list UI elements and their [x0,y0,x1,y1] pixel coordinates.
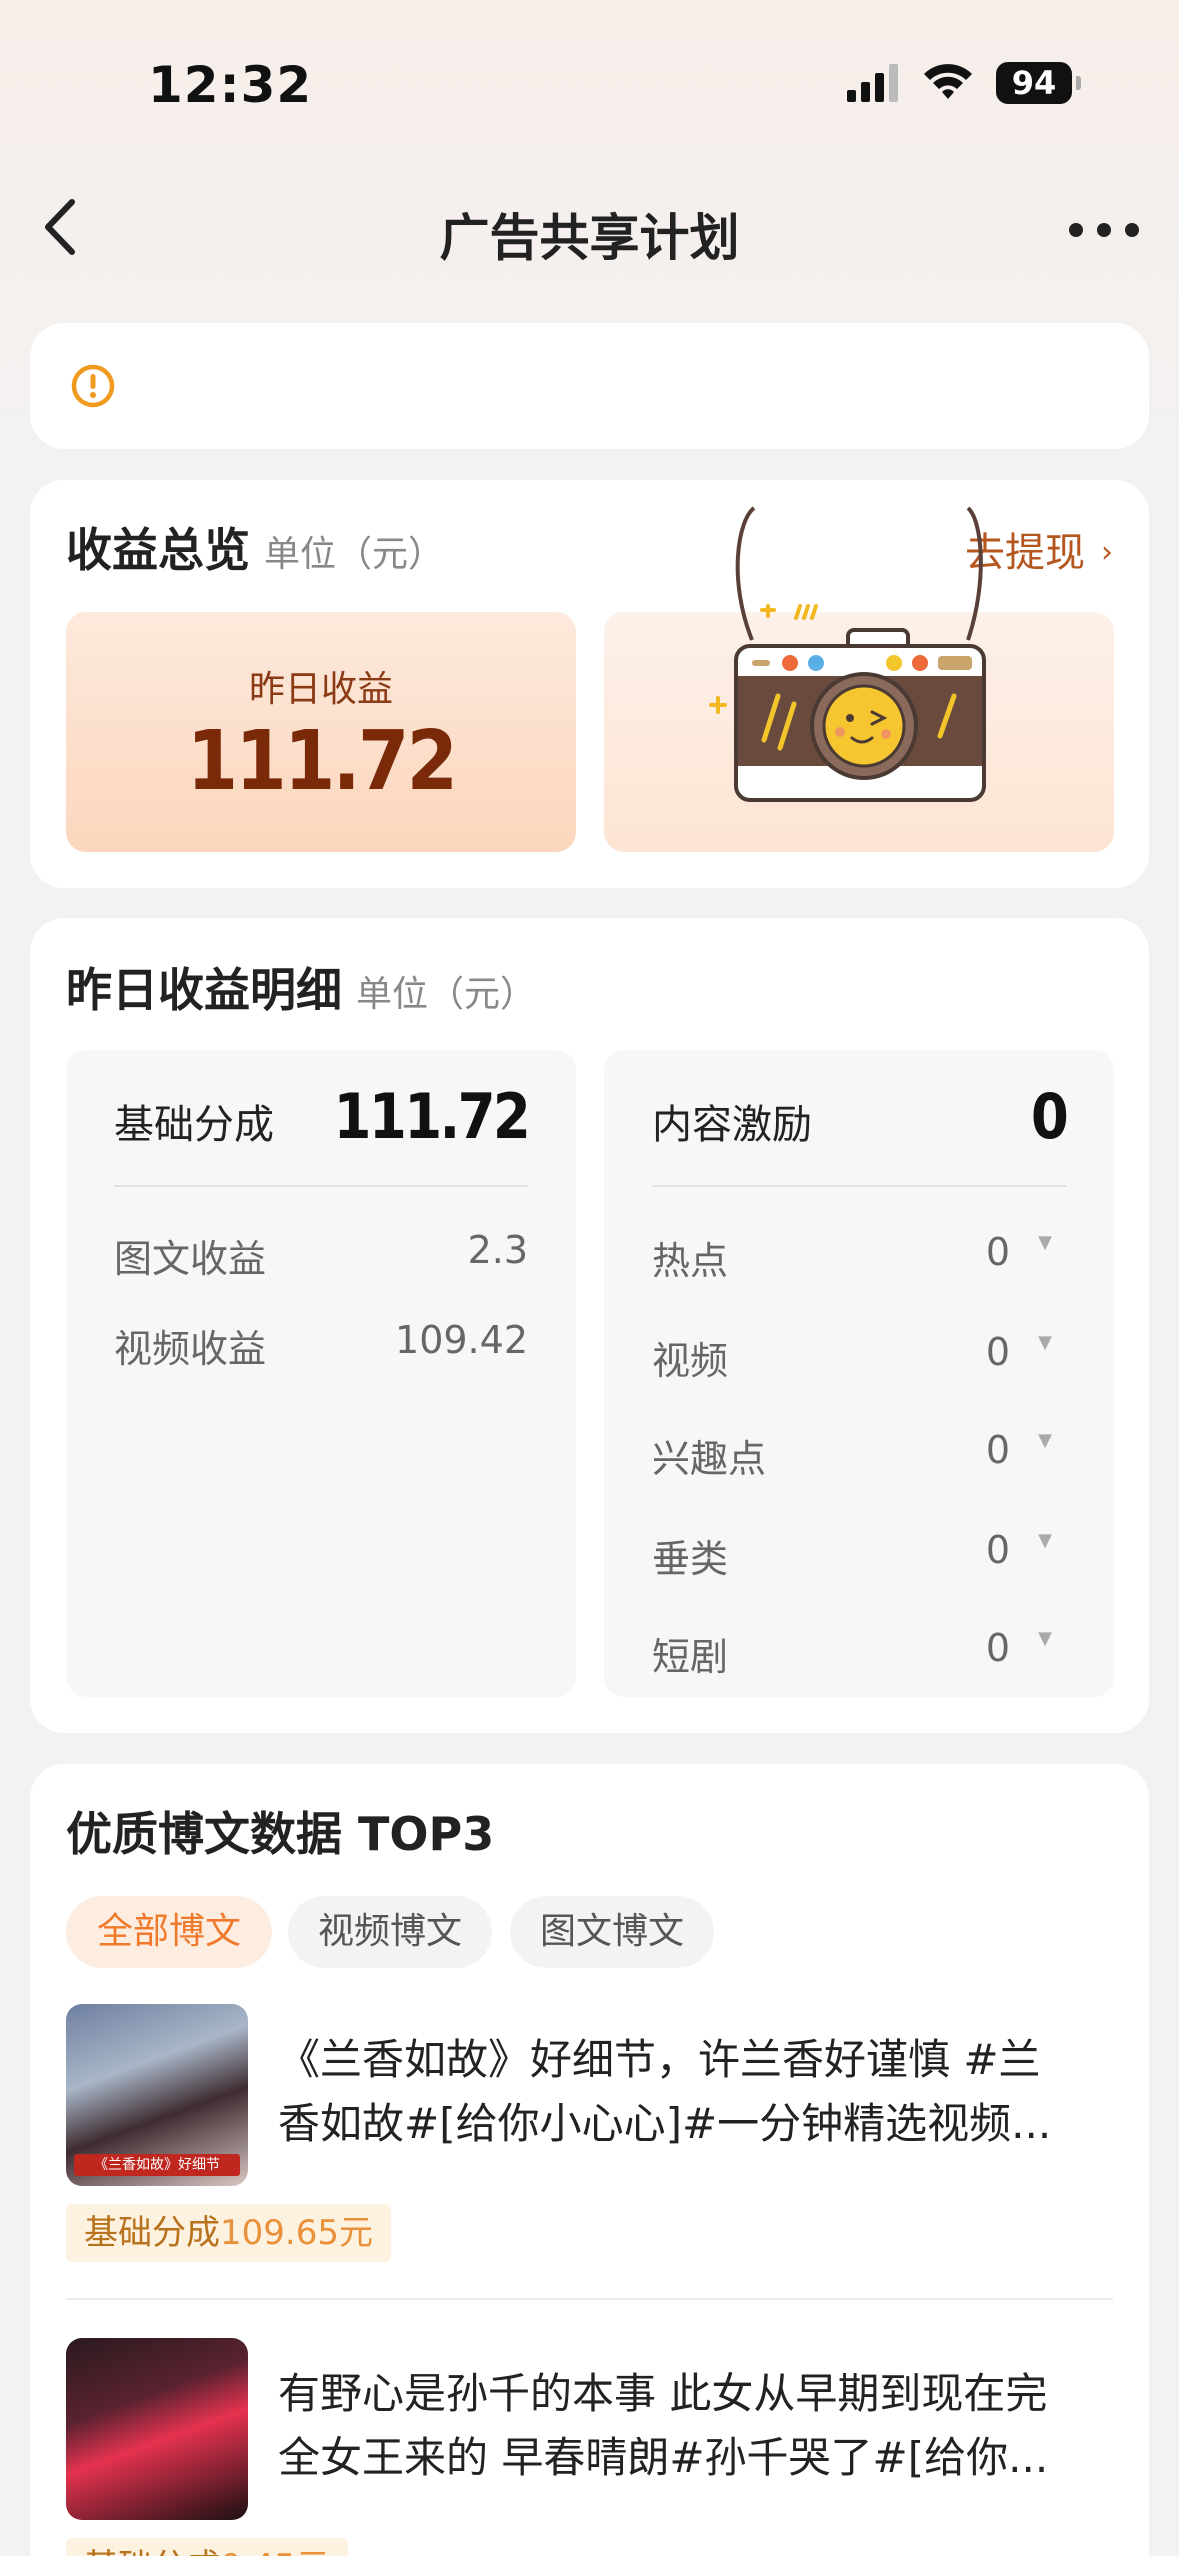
divider [114,1185,528,1187]
post-title-line1: 《兰香如故》好细节，许兰香好谨慎 #兰 [278,2035,1041,2084]
earnings-badge-label: 基础分成 [84,2547,220,2556]
video-earnings-label: 视频收益 [114,1327,267,1371]
battery-level: 94 [996,62,1072,104]
detail-unit: 单位（元） [356,974,537,1015]
wifi-icon [924,64,972,99]
post-title-line1: 有野心是孙千的本事 此女从早期到现在完 [278,2369,1048,2418]
content-incentive-label: 内容激励 [652,1102,812,1148]
chevron-right-icon: › [1101,535,1113,570]
post-title-line2: 全女王来的 早春晴朗#孙千哭了#[给你... [278,2433,1049,2482]
post-thumbnail[interactable] [66,2338,248,2520]
earnings-badge-label: 基础分成 [84,2213,220,2253]
more-dots-icon[interactable] [1060,200,1150,260]
camera-illustration-icon [709,506,986,802]
notice-card[interactable] [30,323,1149,449]
post-title: 有野心是孙千的本事 此女从早期到现在完 全女王来的 早春晴朗#孙千哭了#[给你.… [278,2362,1113,2490]
incentive-row-label: 短剧 [652,1635,729,1679]
caret-down-icon: ▼ [1038,1430,1052,1451]
tab-video-posts[interactable]: 视频博文 [288,1896,492,1968]
content-incentive-panel: 内容激励 0 热点 0 ▼ 视频 0 ▼ 兴趣点 0 ▼ 垂类 0 ▼ 短剧 0… [604,1050,1114,1697]
status-time: 12:32 [148,56,313,114]
thumbnail-caption: 《兰香如故》好细节 [74,2154,240,2176]
detail-title: 昨日收益明细 单位（元） [66,954,536,1020]
overview-unit: 单位（元） [264,534,445,575]
incentive-row-label: 热点 [652,1239,729,1283]
caret-down-icon: ▼ [1038,1530,1052,1551]
incentive-row-label: 兴趣点 [652,1437,767,1481]
caret-down-icon: ▼ [1038,1332,1052,1353]
tab-image-text-posts[interactable]: 图文博文 [510,1896,714,1968]
earnings-badge: 基础分成109.65元 [66,2204,391,2262]
video-earnings-value: 109.42 [395,1318,528,1362]
post-title: 《兰香如故》好细节，许兰香好谨慎 #兰 香如故#[给你小心心]#一分钟精选视频.… [278,2028,1113,2156]
incentive-row-label: 视频 [652,1339,729,1383]
earnings-badge-amount: 0.45元 [220,2547,330,2556]
post-title-line2: 香如故#[给你小心心]#一分钟精选视频... [278,2099,1052,2148]
content-incentive-value: 0 [1030,1080,1069,1153]
battery-icon: 94 [996,62,1081,104]
overview-title: 收益总览 单位（元） [66,514,444,580]
incentive-row-value: 0 [985,1626,1010,1670]
yesterday-earnings-box[interactable]: 昨日收益 111.72 [66,612,576,852]
detail-title-text: 昨日收益明细 [66,963,342,1017]
basic-share-value: 111.72 [333,1080,530,1153]
tab-all-posts[interactable]: 全部博文 [66,1896,272,1968]
incentive-row-label: 垂类 [652,1537,729,1581]
divider [66,2298,1113,2300]
top-posts-card: 优质博文数据 TOP3 全部博文 视频博文 图文博文 《兰香如故》好细节 《兰香… [30,1764,1149,2556]
top-posts-title: 优质博文数据 TOP3 [66,1807,495,1861]
post-thumbnail[interactable]: 《兰香如故》好细节 [66,2004,248,2186]
incentive-row-value: 0 [985,1528,1010,1572]
yesterday-earnings-value: 111.72 [186,714,458,809]
overview-title-text: 收益总览 [66,523,250,577]
earnings-badge-amount: 109.65元 [220,2213,373,2253]
earnings-badge: 基础分成0.45元 [66,2538,348,2556]
text-earnings-value: 2.3 [467,1228,528,1272]
incentive-row-value: 0 [985,1230,1010,1274]
basic-share-label: 基础分成 [114,1102,274,1148]
nav-bar: 广告共享计划 [0,170,1179,285]
status-bar: 12:32 94 [0,0,1179,170]
caret-down-icon: ▼ [1038,1628,1052,1649]
page-title: 广告共享计划 [439,209,740,267]
incentive-row-value: 0 [985,1428,1010,1472]
yesterday-earnings-label: 昨日收益 [248,669,393,710]
divider [652,1185,1066,1187]
earnings-detail-card: 昨日收益明细 单位（元） 基础分成 111.72 图文收益 2.3 视频收益 10… [30,918,1149,1733]
basic-share-panel: 基础分成 111.72 图文收益 2.3 视频收益 109.42 [66,1050,576,1697]
warning-icon [71,364,115,408]
caret-down-icon: ▼ [1038,1232,1052,1253]
signal-icon [847,64,898,102]
text-earnings-label: 图文收益 [114,1237,267,1281]
incentive-row-value: 0 [985,1330,1010,1374]
